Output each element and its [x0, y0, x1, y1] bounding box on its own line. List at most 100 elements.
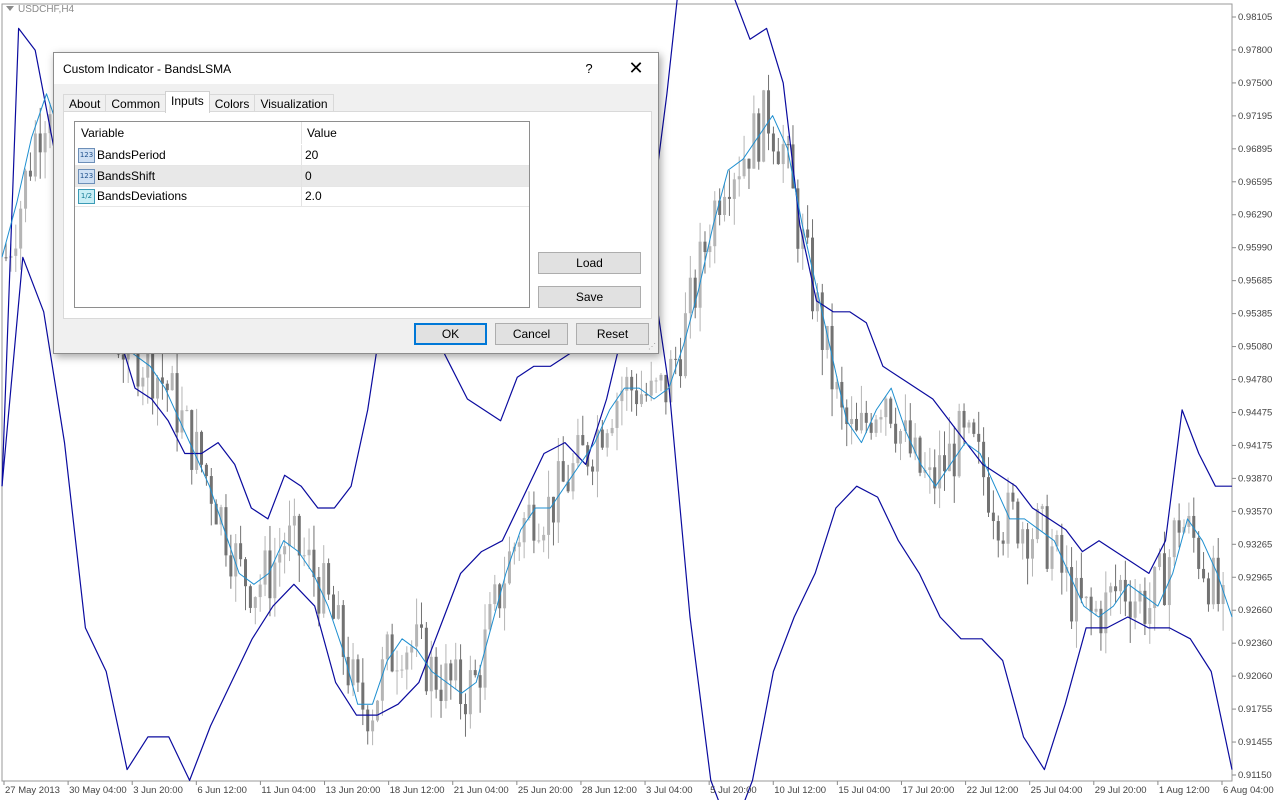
column-value-header[interactable]: Value — [307, 126, 337, 140]
candle-body — [268, 550, 272, 599]
candle-body — [307, 549, 311, 556]
symbol-text: USDCHF,H4 — [18, 4, 75, 15]
price-tick-label: 0.91150 — [1238, 770, 1272, 781]
candle-body — [864, 412, 868, 423]
candle-body — [385, 634, 389, 660]
candle-body — [283, 546, 287, 555]
grid-row-bandsperiod[interactable]: 123 BandsPeriod 20 — [75, 145, 529, 166]
candle-body — [1197, 537, 1201, 569]
candle-body — [288, 525, 292, 547]
price-tick-label: 0.97500 — [1238, 78, 1272, 89]
candle-body — [708, 246, 712, 253]
candle-body — [33, 133, 37, 177]
candle-body — [600, 429, 604, 448]
candle-body — [175, 373, 179, 433]
reset-button[interactable]: Reset — [576, 323, 649, 345]
candle-body — [253, 597, 257, 608]
candle-body — [488, 604, 492, 630]
candle-body — [1202, 568, 1206, 579]
price-tick-label: 0.96290 — [1238, 210, 1272, 221]
candle-body — [522, 517, 526, 543]
resize-grip-icon[interactable]: ⋰ — [648, 343, 656, 351]
candle-body — [248, 586, 252, 608]
candle-body — [1128, 601, 1132, 618]
candle-body — [649, 380, 653, 396]
candle-body — [859, 412, 863, 431]
candle-body — [302, 555, 306, 557]
candle-body — [1118, 579, 1122, 592]
variable-value[interactable]: 2.0 — [305, 189, 322, 203]
date-tick-label: 29 Jul 20:00 — [1095, 785, 1147, 796]
candle-body — [625, 376, 629, 391]
candle-body — [395, 670, 399, 672]
candle-body — [737, 176, 741, 180]
tab-strip: About Common Inputs Colors Visualization — [63, 91, 334, 113]
candle-body — [742, 158, 746, 177]
help-button[interactable]: ? — [574, 53, 604, 84]
candle-body — [1050, 546, 1054, 569]
dialog-title: Custom Indicator - BandsLSMA — [63, 62, 232, 76]
close-icon[interactable]: ✕ — [614, 53, 658, 84]
candle-body — [855, 418, 859, 431]
candle-body — [400, 669, 404, 671]
price-tick-label: 0.95080 — [1238, 342, 1272, 353]
grid-row-bandsshift[interactable]: 123 BandsShift 0 — [75, 166, 529, 187]
candle-body — [928, 467, 932, 470]
candle-body — [806, 229, 810, 238]
candle-body — [732, 179, 736, 199]
price-tick-label: 0.97195 — [1238, 111, 1272, 122]
candle-body — [1153, 566, 1157, 609]
dialog-title-bar[interactable]: Custom Indicator - BandsLSMA ? ✕ — [54, 53, 658, 84]
date-tick-label: 21 Jun 04:00 — [454, 785, 509, 796]
grid-row-bandsdeviations[interactable]: 1/2 BandsDeviations 2.0 — [75, 186, 529, 207]
price-tick-label: 0.93265 — [1238, 539, 1272, 550]
candle-body — [688, 277, 692, 314]
candle-body — [263, 550, 267, 585]
price-tick-label: 0.92965 — [1238, 572, 1272, 583]
candle-body — [771, 133, 775, 152]
candle-body — [537, 540, 541, 542]
column-variable-header[interactable]: Variable — [81, 126, 124, 140]
date-tick-label: 3 Jun 20:00 — [133, 785, 183, 796]
candle-body — [454, 659, 458, 681]
candle-body — [972, 422, 976, 434]
save-button[interactable]: Save — [538, 286, 641, 308]
candle-body — [889, 398, 893, 424]
date-tick-label: 17 Jul 20:00 — [902, 785, 954, 796]
ok-button[interactable]: OK — [414, 323, 487, 345]
candle-body — [434, 656, 438, 690]
variable-value[interactable]: 20 — [305, 148, 318, 162]
candle-body — [674, 358, 678, 360]
candle-body — [727, 196, 731, 199]
candle-body — [1070, 567, 1074, 622]
candle-body — [468, 670, 472, 715]
symbol-dropdown-icon[interactable] — [6, 6, 14, 11]
candle-body — [1172, 520, 1176, 558]
cell-divider — [301, 166, 302, 186]
load-button[interactable]: Load — [538, 252, 641, 274]
candle-body — [204, 464, 208, 477]
candle-body — [366, 709, 370, 732]
candle-body — [361, 682, 365, 710]
candle-body — [1084, 596, 1088, 599]
chart-symbol-label[interactable]: USDCHF,H4 — [6, 4, 74, 15]
candle-body — [278, 554, 282, 563]
double-type-icon: 1/2 — [78, 189, 95, 204]
candle-body — [551, 496, 555, 523]
candle-body — [185, 410, 189, 412]
inputs-grid: Variable Value 123 BandsPeriod 20 123 Ba… — [74, 121, 530, 308]
candle-body — [170, 373, 174, 391]
cell-divider — [301, 145, 302, 165]
price-tick-label: 0.95685 — [1238, 276, 1272, 287]
price-tick-label: 0.95385 — [1238, 309, 1272, 320]
candle-body — [659, 374, 663, 381]
candle-body — [1079, 577, 1083, 599]
candle-body — [380, 659, 384, 701]
integer-type-icon: 123 — [78, 148, 95, 163]
column-divider[interactable] — [301, 122, 302, 144]
tab-inputs[interactable]: Inputs — [165, 91, 210, 113]
candle-body — [331, 594, 335, 619]
variable-value[interactable]: 0 — [305, 169, 312, 183]
candle-body — [239, 543, 243, 560]
cancel-button[interactable]: Cancel — [495, 323, 568, 345]
